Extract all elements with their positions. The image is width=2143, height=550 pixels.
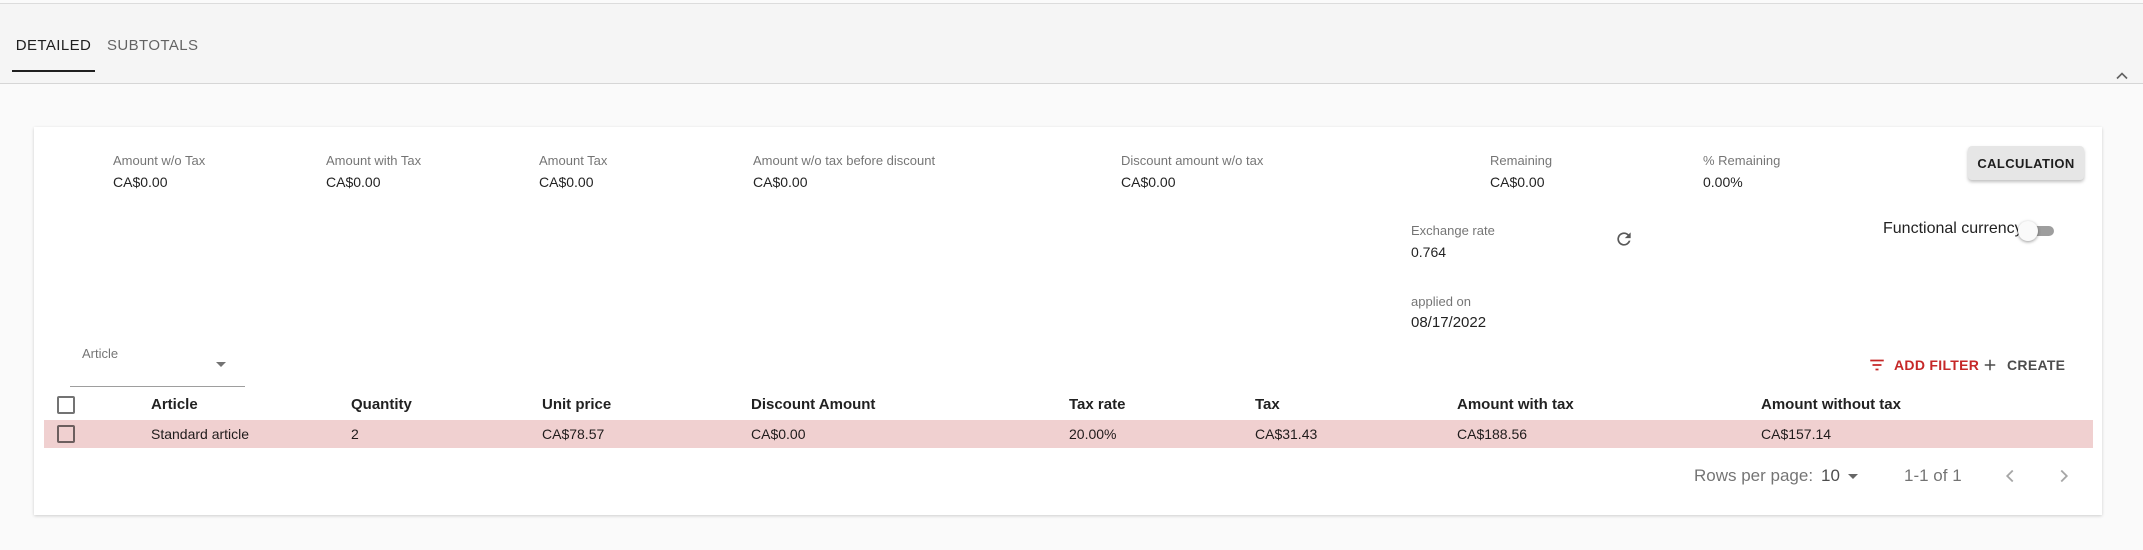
summary-amount-tax: Amount Tax CA$0.00: [539, 153, 607, 191]
tab-subtotals[interactable]: SUBTOTALS: [107, 26, 198, 72]
functional-currency-label: Functional currency: [1883, 220, 2023, 237]
applied-on-label: applied on: [1411, 294, 1471, 309]
summary-remaining: Remaining CA$0.00: [1490, 153, 1552, 191]
create-button[interactable]: CREATE: [1983, 354, 2065, 376]
rows-per-page-value: 10: [1821, 466, 1840, 485]
exchange-rate-field: Exchange rate 0.764: [1411, 223, 1495, 261]
summary-value: CA$0.00: [539, 174, 594, 190]
column-header-tax-rate[interactable]: Tax rate: [1069, 396, 1125, 413]
chevron-right-icon[interactable]: [2053, 465, 2075, 487]
summary-value: CA$0.00: [1121, 174, 1176, 190]
cell-amount-with-tax: CA$188.56: [1457, 426, 1528, 442]
summary-label: Amount w/o tax before discount: [753, 153, 936, 168]
dropdown-arrow-icon: [216, 362, 226, 367]
summary-discount-amount: Discount amount w/o tax CA$0.00: [1121, 153, 1263, 191]
summary-label: Discount amount w/o tax: [1121, 153, 1264, 168]
column-header-unit-price[interactable]: Unit price: [542, 396, 611, 413]
summary-label: % Remaining: [1703, 153, 1781, 168]
article-filter-label: Article: [82, 346, 119, 361]
column-header-article[interactable]: Article: [151, 396, 198, 413]
rows-per-page-select[interactable]: 10: [1821, 466, 1858, 486]
summary-value: CA$0.00: [753, 174, 808, 190]
refresh-icon[interactable]: [1614, 229, 1634, 249]
cell-tax: CA$31.43: [1255, 426, 1318, 442]
column-header-quantity[interactable]: Quantity: [351, 396, 412, 413]
summary-label: Amount Tax: [539, 153, 608, 168]
summary-amount-wo-tax: Amount w/o Tax CA$0.00: [113, 153, 205, 191]
cell-unit-price: CA$78.57: [542, 426, 605, 442]
cell-discount-amount: CA$0.00: [751, 426, 806, 442]
tabs-bar: DETAILED SUBTOTALS: [0, 4, 2143, 84]
select-all-checkbox[interactable]: [57, 396, 75, 414]
plus-icon: [1984, 359, 1996, 371]
column-header-amount-with-tax[interactable]: Amount with tax: [1457, 396, 1574, 413]
summary-value: CA$0.00: [326, 174, 381, 190]
summary-value: CA$0.00: [113, 174, 168, 190]
toggle-thumb: [2018, 221, 2038, 241]
dropdown-arrow-icon: [1847, 473, 1858, 479]
summary-amount-with-tax: Amount with Tax CA$0.00: [326, 153, 421, 191]
summary-label: Amount with Tax: [326, 153, 422, 168]
create-label: CREATE: [2007, 357, 2066, 373]
exchange-rate-label: Exchange rate: [1411, 223, 1495, 238]
cell-tax-rate: 20.00%: [1069, 426, 1117, 442]
summary-label: Amount w/o Tax: [113, 153, 206, 168]
calculation-button[interactable]: CALCULATION: [1968, 146, 2084, 180]
summary-value: 0.00%: [1703, 174, 1743, 190]
applied-on-field: applied on 08/17/2022: [1411, 294, 1486, 332]
add-filter-button[interactable]: ADD FILTER: [1868, 354, 1979, 376]
chevron-left-icon[interactable]: [1999, 465, 2021, 487]
row-checkbox[interactable]: [57, 425, 75, 443]
add-filter-label: ADD FILTER: [1894, 357, 1980, 373]
pagination-range: 1-1 of 1: [1904, 466, 1962, 485]
summary-label: Remaining: [1490, 153, 1553, 168]
chevron-up-icon[interactable]: [2112, 66, 2132, 86]
cell-amount-without-tax: CA$157.14: [1761, 426, 1832, 442]
functional-currency-toggle[interactable]: [2018, 221, 2054, 241]
summary-amount-before-discount: Amount w/o tax before discount CA$0.00: [753, 153, 935, 191]
rows-per-page-label: Rows per page:: [1694, 466, 1814, 485]
cell-quantity: 2: [351, 426, 359, 442]
summary-percent-remaining: % Remaining 0.00%: [1703, 153, 1780, 191]
exchange-rate-value: 0.764: [1411, 244, 1447, 260]
filter-icon: [1870, 359, 1884, 371]
cell-article: Standard article: [151, 426, 250, 442]
column-header-discount-amount[interactable]: Discount Amount: [751, 396, 875, 413]
column-header-amount-without-tax[interactable]: Amount without tax: [1761, 396, 1901, 413]
applied-on-value: 08/17/2022: [1411, 314, 1487, 331]
article-filter-select[interactable]: Article: [70, 340, 245, 387]
tab-detailed[interactable]: DETAILED: [12, 26, 95, 72]
summary-value: CA$0.00: [1490, 174, 1545, 190]
column-header-tax[interactable]: Tax: [1255, 396, 1280, 413]
